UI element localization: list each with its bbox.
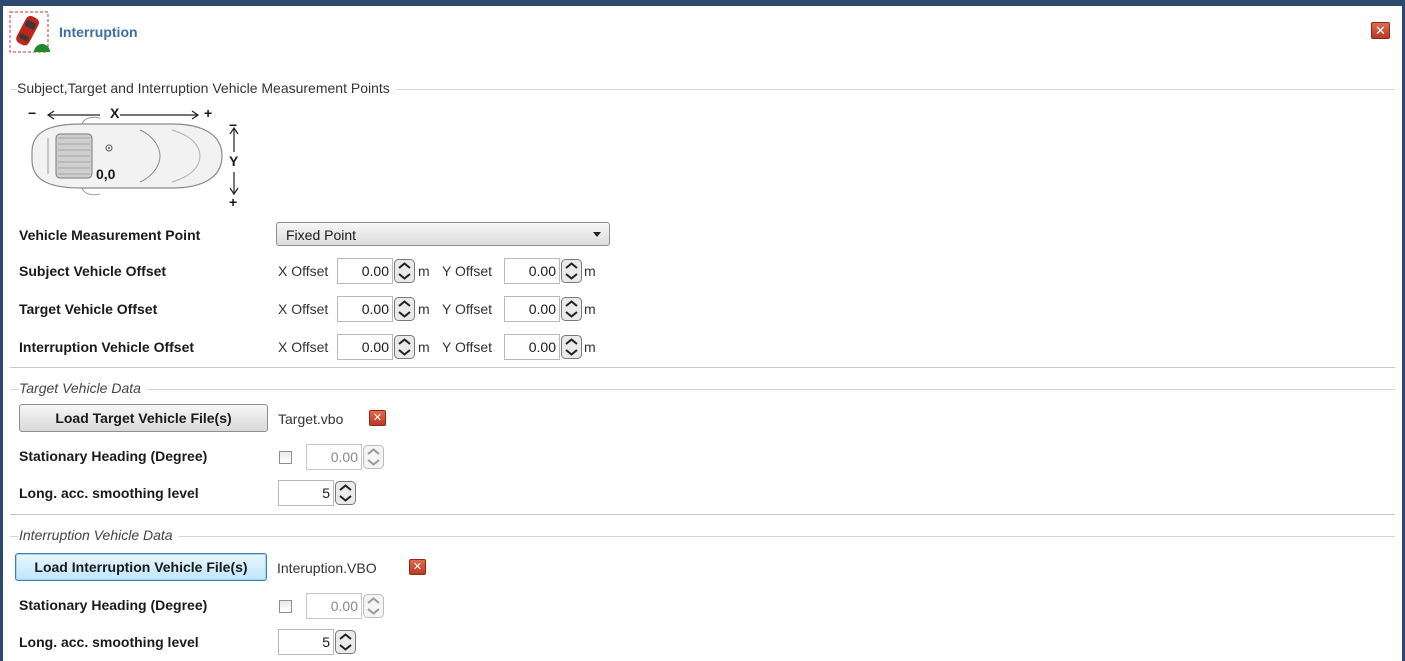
- remove-target-file-button[interactable]: ✕: [369, 410, 386, 426]
- target-group-border: [10, 389, 1395, 390]
- subject-y-offset-input[interactable]: 0.00: [504, 258, 560, 284]
- target-heading-input[interactable]: 0.00: [306, 444, 362, 470]
- target-x-offset-input[interactable]: 0.00: [337, 296, 393, 322]
- target-heading-label: Stationary Heading (Degree): [19, 448, 208, 464]
- target-file-name: Target.vbo: [278, 411, 344, 427]
- interruption-group-border: [10, 536, 1395, 537]
- y-axis-label: Y: [229, 153, 239, 169]
- target-heading-stepper[interactable]: [363, 445, 384, 469]
- subject-x-offset-stepper[interactable]: [394, 259, 415, 283]
- interruption-smoothing-input[interactable]: 5: [278, 629, 334, 655]
- close-window-button[interactable]: ✕: [1371, 22, 1390, 39]
- interruption-heading-checkbox[interactable]: [279, 600, 292, 613]
- subject-y-offset-label: Y Offset: [442, 263, 493, 279]
- interruption-offset-label: Interruption Vehicle Offset: [19, 339, 195, 355]
- subject-x-unit: m: [418, 263, 430, 279]
- target-y-offset-label: Y Offset: [442, 301, 493, 317]
- target-y-offset-input[interactable]: 0.00: [504, 296, 560, 322]
- interruption-x-offset-stepper[interactable]: [394, 335, 415, 359]
- window-title: Interruption: [59, 24, 138, 40]
- x-minus-label: −: [28, 105, 37, 121]
- target-group-title: Target Vehicle Data: [19, 380, 147, 396]
- measurement-point-label: Vehicle Measurement Point: [19, 227, 201, 243]
- y-minus-label: −: [229, 117, 238, 133]
- interruption-heading-label: Stationary Heading (Degree): [19, 597, 208, 613]
- interruption-smoothing-label: Long. acc. smoothing level: [19, 634, 199, 650]
- vehicle-axes-diagram: [22, 100, 247, 212]
- remove-interruption-file-button[interactable]: ✕: [409, 559, 426, 575]
- target-smoothing-input[interactable]: 5: [278, 480, 334, 506]
- interruption-x-unit: m: [418, 339, 430, 355]
- measurement-point-value: Fixed Point: [286, 227, 357, 243]
- section-divider: [10, 514, 1395, 515]
- subject-y-offset-stepper[interactable]: [561, 259, 582, 283]
- x-plus-label: +: [204, 105, 213, 121]
- close-icon: ✕: [372, 412, 383, 424]
- close-icon: ✕: [412, 561, 423, 573]
- interruption-y-offset-label: Y Offset: [442, 339, 493, 355]
- y-plus-label: +: [229, 194, 238, 210]
- target-smoothing-label: Long. acc. smoothing level: [19, 485, 199, 501]
- target-y-offset-stepper[interactable]: [561, 297, 582, 321]
- interruption-smoothing-stepper[interactable]: [335, 630, 356, 654]
- target-x-offset-label: X Offset: [278, 301, 329, 317]
- subject-offset-label: Subject Vehicle Offset: [19, 263, 167, 279]
- interruption-heading-stepper[interactable]: [363, 594, 384, 618]
- load-target-file-button[interactable]: Load Target Vehicle File(s): [19, 404, 268, 432]
- x-axis-label: X: [110, 105, 120, 121]
- section-divider: [10, 367, 1395, 368]
- measurement-group-title: Subject,Target and Interruption Vehicle …: [17, 80, 396, 96]
- subject-x-offset-label: X Offset: [278, 263, 329, 279]
- origin-label: 0,0: [96, 166, 116, 182]
- target-heading-checkbox[interactable]: [279, 451, 292, 464]
- interruption-x-offset-input[interactable]: 0.00: [337, 334, 393, 360]
- target-x-offset-stepper[interactable]: [394, 297, 415, 321]
- subject-x-offset-input[interactable]: 0.00: [337, 258, 393, 284]
- subject-y-unit: m: [584, 263, 596, 279]
- target-y-unit: m: [584, 301, 596, 317]
- interruption-y-offset-input[interactable]: 0.00: [504, 334, 560, 360]
- interruption-y-unit: m: [584, 339, 596, 355]
- interruption-file-name: Interuption.VBO: [277, 560, 377, 576]
- measurement-point-select[interactable]: Fixed Point: [276, 222, 610, 246]
- car-interruption-icon: [8, 10, 50, 54]
- interruption-group-title: Interruption Vehicle Data: [19, 527, 179, 543]
- interruption-heading-input[interactable]: 0.00: [306, 593, 362, 619]
- chevron-down-icon: [593, 232, 601, 237]
- target-x-unit: m: [418, 301, 430, 317]
- load-interruption-file-button[interactable]: Load Interruption Vehicle File(s): [15, 553, 267, 581]
- interruption-y-offset-stepper[interactable]: [561, 335, 582, 359]
- target-offset-label: Target Vehicle Offset: [19, 301, 158, 317]
- target-smoothing-stepper[interactable]: [335, 481, 356, 505]
- interruption-x-offset-label: X Offset: [278, 339, 329, 355]
- close-icon: ✕: [1375, 23, 1386, 38]
